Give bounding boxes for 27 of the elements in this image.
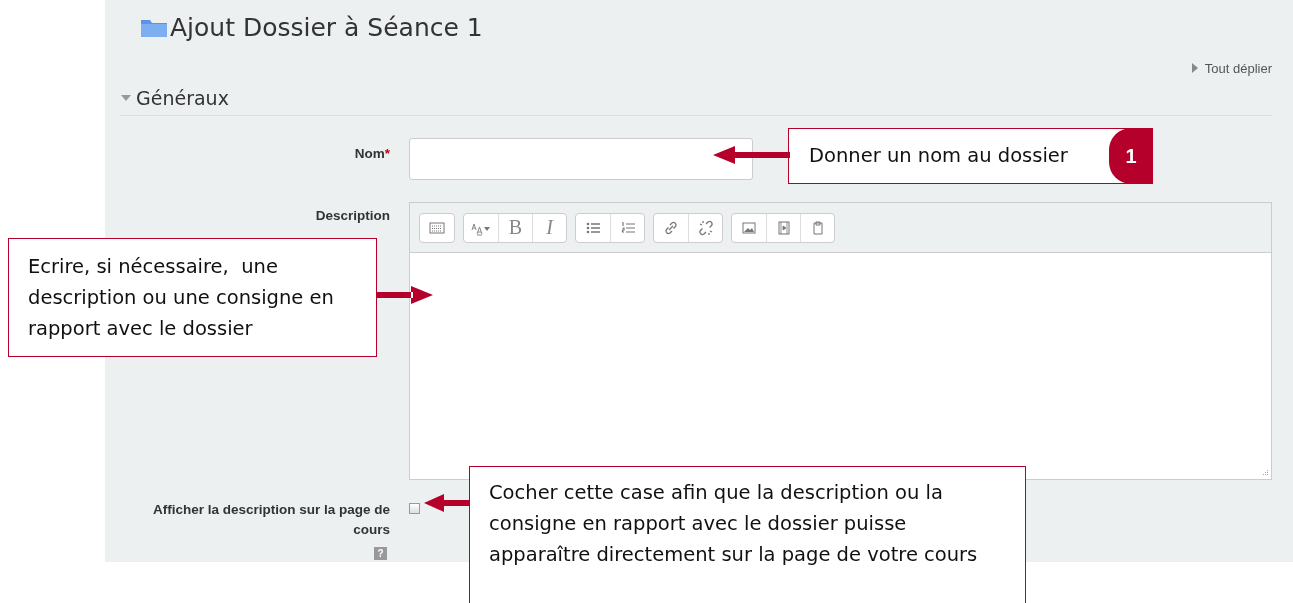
bold-button[interactable]: B [498, 213, 532, 242]
keyboard-icon [429, 219, 445, 236]
italic-button[interactable]: I [532, 213, 566, 242]
numbers-icon [619, 219, 636, 236]
triangle-icon [1190, 63, 1199, 73]
arrow [424, 494, 470, 512]
field-label: Description [315, 207, 390, 225]
section-header[interactable]: Généraux [120, 87, 1272, 116]
field-label: Nom* [354, 145, 390, 163]
step-badge: 1 [1109, 128, 1153, 184]
resize-grip-icon[interactable] [1261, 469, 1269, 477]
expand-all-link[interactable]: Tout déplier [1190, 60, 1272, 76]
callout-box: Ecrire, si nécessaire, une description ou une consigne en rapport avec le dossier [8, 238, 377, 357]
page-title: Ajout Dossier à Séance 1 [170, 12, 483, 42]
help-icon[interactable]: ? [374, 547, 387, 560]
link-icon [663, 219, 679, 236]
media-icon [775, 219, 792, 236]
triangle-icon [120, 94, 132, 102]
name-field[interactable] [409, 138, 753, 180]
checkbox[interactable] [409, 503, 420, 514]
description-editor[interactable]: B I [409, 202, 1272, 480]
callout-box: Donner un nom au dossier 1 [788, 128, 1153, 184]
field-label: Afficher la description sur la page de cours [152, 501, 390, 539]
image-icon [741, 219, 757, 236]
arrow [376, 286, 433, 304]
callout-box: Cocher cette case afin que la description ou la consigne en rapport avec le dossier puisse apparaître directement sur la page de votre cours [469, 466, 1026, 603]
unlink-icon [697, 219, 714, 236]
